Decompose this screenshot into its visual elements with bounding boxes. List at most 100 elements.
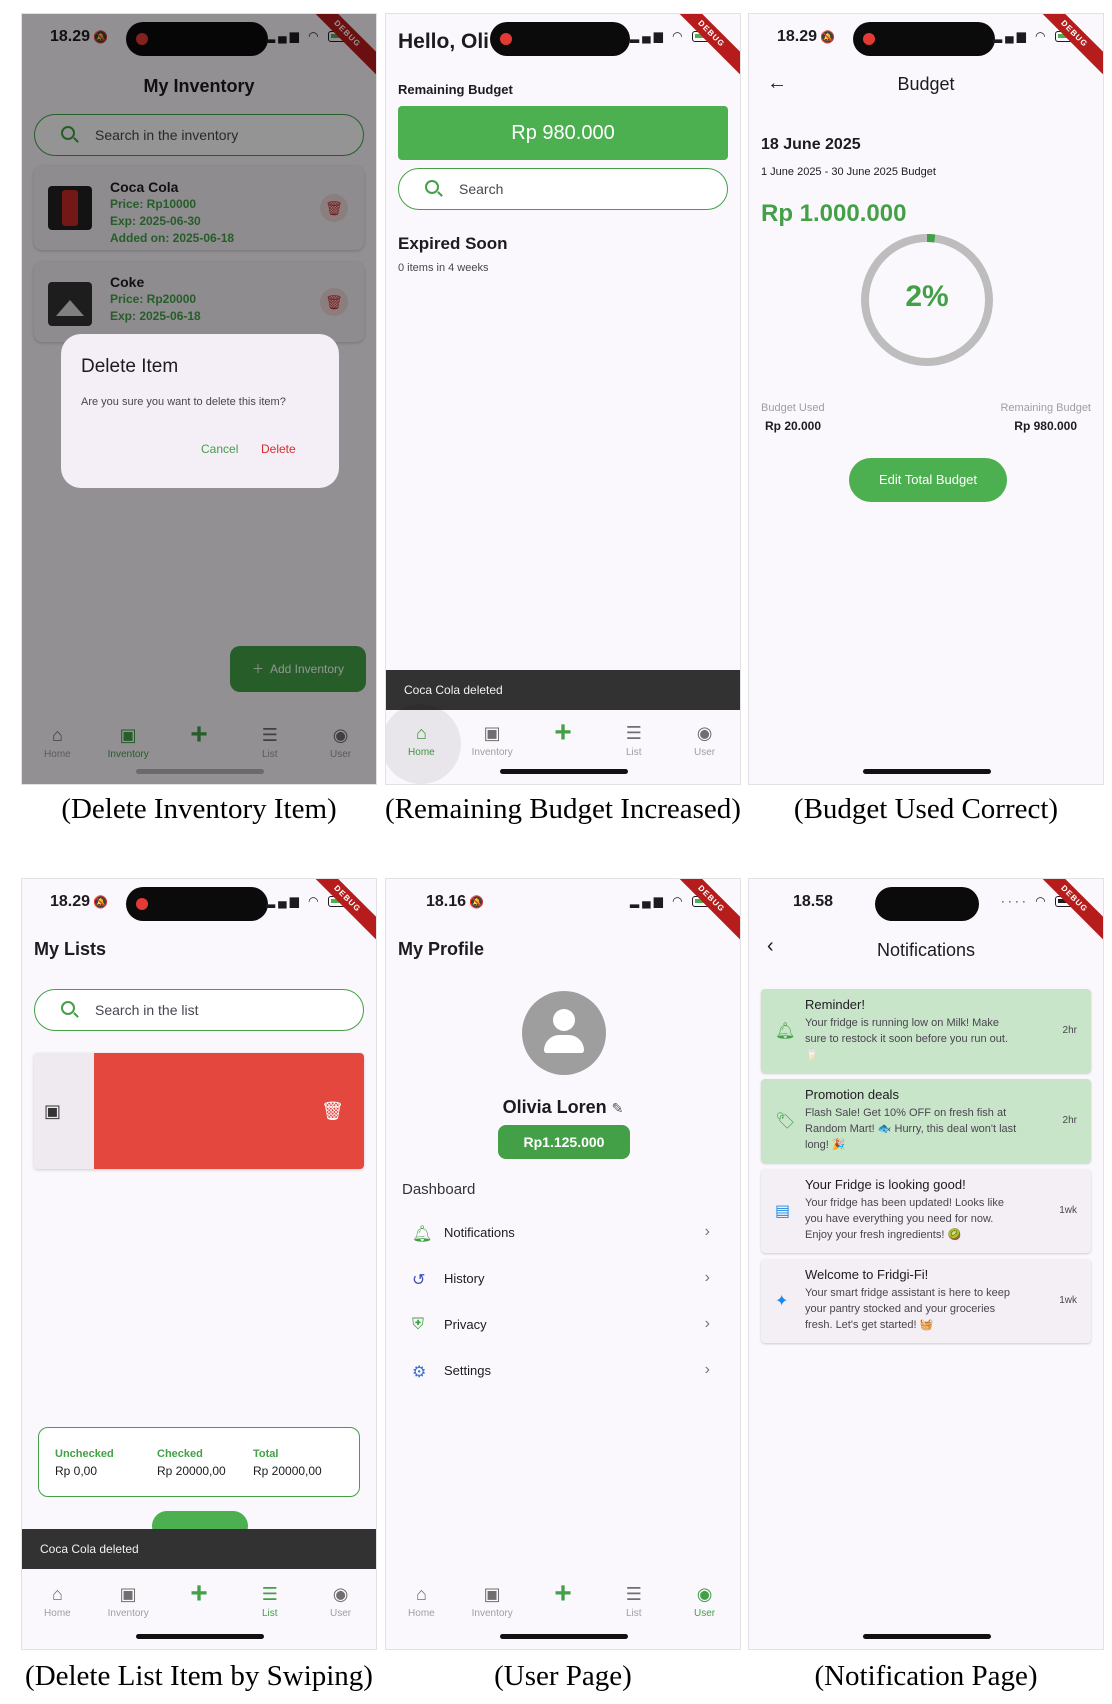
archive-icon: ▣ bbox=[44, 1101, 62, 1121]
chevron-right-icon: › bbox=[704, 1315, 710, 1332]
summary-unchecked: Unchecked Rp 0,00 bbox=[55, 1448, 114, 1478]
debug-banner: DEBUG bbox=[666, 879, 740, 944]
nav-user[interactable]: ◉ User bbox=[675, 1573, 735, 1643]
user-icon: ◉ bbox=[696, 723, 713, 743]
user-name: Olivia Loren ✎ bbox=[502, 1097, 624, 1117]
dynamic-island bbox=[853, 22, 995, 56]
nav-home[interactable]: ⌂ Home bbox=[27, 1573, 87, 1643]
search-input[interactable]: Search in the list bbox=[34, 989, 364, 1031]
search-icon bbox=[425, 180, 439, 194]
nav-list[interactable]: ☰ List bbox=[604, 1573, 664, 1643]
menu-history[interactable]: ↺ History › bbox=[412, 1259, 710, 1299]
status-bar: 18.29 🔕 ▂▄▆ ◠ DEBUG bbox=[749, 14, 1103, 79]
balance-badge: Rp1.125.000 bbox=[498, 1125, 630, 1159]
home-icon: ⌂ bbox=[51, 1584, 63, 1604]
notification-item[interactable]: 🏷︎ Promotion deals Flash Sale! Get 10% O… bbox=[761, 1079, 1091, 1163]
plus-icon: + bbox=[554, 716, 572, 749]
tag-icon: 🏷︎ bbox=[775, 1113, 796, 1130]
nav-user[interactable]: ◉ User bbox=[675, 712, 735, 782]
home-indicator bbox=[500, 1634, 628, 1639]
nav-home[interactable]: ⌂ Home bbox=[391, 1573, 451, 1643]
swipe-to-delete-item[interactable]: ▣ 🗑 bbox=[34, 1053, 364, 1169]
dynamic-island bbox=[126, 887, 268, 921]
list-summary: Unchecked Rp 0,00 Checked Rp 20000,00 To… bbox=[38, 1427, 360, 1497]
avatar[interactable] bbox=[522, 991, 606, 1075]
fridge-icon: ▤ bbox=[775, 1203, 791, 1220]
screen-profile: 18.16 🔕 ▂▄▆ ◠ DEBUG My Profile Olivia Lor… bbox=[385, 878, 741, 1650]
expired-soon-count: 0 items in 4 weeks bbox=[398, 262, 489, 274]
remaining-budget-card[interactable]: Rp 980.000 bbox=[398, 106, 728, 160]
page-title: My Profile bbox=[398, 939, 485, 959]
nav-inventory[interactable]: ▣ Inventory bbox=[462, 1573, 522, 1643]
chevron-right-icon: › bbox=[704, 1361, 710, 1378]
page-title: Notifications bbox=[876, 940, 976, 960]
dialog-message: Are you sure you want to delete this ite… bbox=[81, 396, 286, 408]
home-indicator bbox=[863, 769, 991, 774]
list-icon: ☰ bbox=[625, 1584, 642, 1604]
nav-inventory[interactable]: ▣ Inventory bbox=[98, 1573, 158, 1643]
nav-user[interactable]: ◉ User bbox=[311, 1573, 371, 1643]
debug-banner: DEBUG bbox=[1029, 14, 1103, 79]
menu-settings[interactable]: ⚙ Settings › bbox=[412, 1351, 710, 1391]
edit-icon[interactable]: ✎ bbox=[612, 1100, 624, 1116]
screen-home: Hello, Oli ▂▄▆ ◠ DEBUG Remaining Budget … bbox=[385, 13, 741, 785]
page-title: Budget bbox=[897, 74, 955, 94]
cancel-button[interactable]: Cancel bbox=[201, 442, 238, 456]
nav-add[interactable]: + bbox=[533, 1573, 593, 1643]
page-title: My Lists bbox=[34, 939, 107, 959]
inventory-icon: ▣ bbox=[119, 1584, 137, 1604]
bottom-nav: ⌂ Home ▣ Inventory + ☰ List ◉ User bbox=[22, 1573, 376, 1643]
expired-soon-title: Expired Soon bbox=[398, 234, 508, 253]
menu-privacy[interactable]: ⛨ Privacy › bbox=[412, 1305, 710, 1345]
list-icon: ☰ bbox=[625, 723, 642, 743]
status-bar: 18.16 🔕 ▂▄▆ ◠ DEBUG bbox=[386, 879, 740, 944]
nav-home[interactable]: ⌂ Home bbox=[386, 704, 462, 784]
notification-item[interactable]: ✦ Welcome to Fridgi-Fi! Your smart fridg… bbox=[761, 1259, 1091, 1343]
gear-icon: ⚙ bbox=[412, 1364, 427, 1381]
delete-dialog: Delete Item Are you sure you want to del… bbox=[61, 334, 339, 488]
dashboard-heading: Dashboard bbox=[402, 1181, 476, 1198]
budget-period: 1 June 2025 - 30 June 2025 Budget bbox=[761, 166, 936, 178]
screen-lists: 18.29 🔕 ▂▄▆ ◠ DEBUG My Lists Search in th… bbox=[21, 878, 377, 1650]
nav-list[interactable]: ☰ List bbox=[240, 1573, 300, 1643]
home-indicator bbox=[136, 1634, 264, 1639]
search-input[interactable]: Search bbox=[398, 168, 728, 210]
summary-checked: Checked Rp 20000,00 bbox=[157, 1448, 226, 1478]
bell-icon: 🔔︎ bbox=[412, 1226, 433, 1243]
notification-item[interactable]: ▤ Your Fridge is looking good! Your frid… bbox=[761, 1169, 1091, 1253]
nav-add[interactable]: + bbox=[169, 1573, 229, 1643]
debug-banner: DEBUG bbox=[666, 14, 740, 79]
delete-button[interactable]: Delete bbox=[261, 442, 296, 456]
list-icon: ☰ bbox=[261, 1584, 278, 1604]
status-bar: ▂▄▆ ◠ DEBUG bbox=[386, 14, 740, 79]
budget-used-value: Rp 20.000 bbox=[765, 419, 822, 433]
caption: (Budget Used Correct) bbox=[793, 793, 1059, 825]
status-bar: 18.29 🔕 ▂▄▆ ◠ DEBUG bbox=[22, 879, 376, 944]
caption: (Delete List Item by Swiping) bbox=[25, 1660, 373, 1692]
home-indicator bbox=[136, 769, 264, 774]
menu-notifications[interactable]: 🔔︎ Notifications › bbox=[412, 1213, 710, 1253]
caption: (User Page) bbox=[494, 1660, 632, 1692]
budget-percent: 2% bbox=[905, 280, 949, 313]
debug-banner: DEBUG bbox=[302, 879, 376, 944]
summary-total: Total Rp 20000,00 bbox=[253, 1448, 322, 1478]
edit-total-budget-button[interactable]: Edit Total Budget bbox=[849, 458, 1007, 502]
plus-icon: + bbox=[190, 1577, 208, 1610]
debug-banner: DEBUG bbox=[1029, 879, 1103, 944]
shield-icon: ⛨ bbox=[412, 1316, 425, 1333]
snackbar: Coca Cola deleted bbox=[386, 670, 740, 710]
dialog-title: Delete Item bbox=[81, 356, 179, 377]
budget-progress-ring: 2% bbox=[859, 232, 995, 368]
snackbar: Coca Cola deleted bbox=[22, 1529, 376, 1569]
screen-notifications: 18.58 ···· ◠ DEBUG ‹ Notifications 🔔︎ Re… bbox=[748, 878, 1104, 1650]
search-icon bbox=[61, 1001, 75, 1015]
caption: (Remaining Budget Increased) bbox=[385, 793, 741, 825]
chevron-right-icon: › bbox=[704, 1223, 710, 1240]
remaining-budget-value: Rp 980.000 bbox=[1014, 419, 1077, 433]
remaining-budget-label: Remaining Budget bbox=[1000, 402, 1091, 414]
home-indicator bbox=[863, 1634, 991, 1639]
caption: (Notification Page) bbox=[814, 1660, 1038, 1692]
home-indicator bbox=[500, 769, 628, 774]
notification-item[interactable]: 🔔︎ Reminder! Your fridge is running low … bbox=[761, 989, 1091, 1073]
user-icon: ◉ bbox=[332, 1584, 349, 1604]
